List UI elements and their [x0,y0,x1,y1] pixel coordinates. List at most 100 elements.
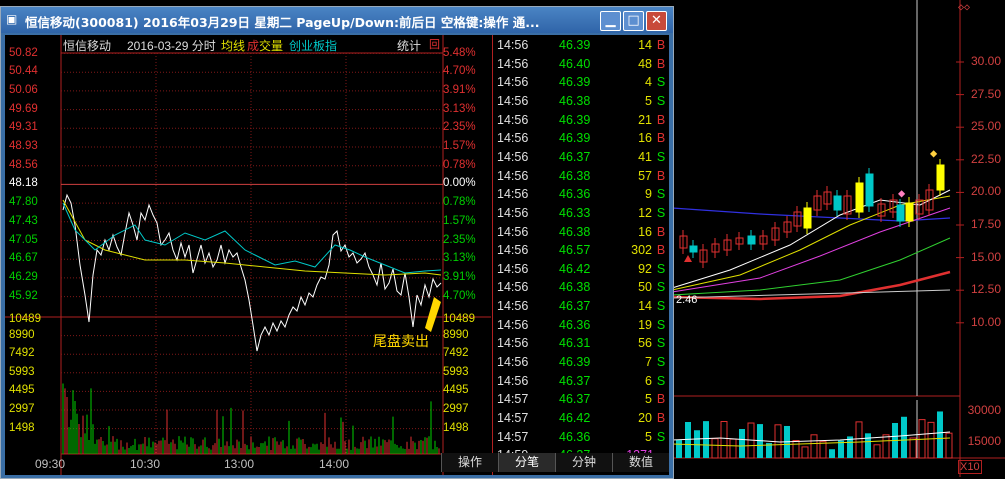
price-axis-label: 48.18 [9,177,38,190]
tick-time: 14:56 [497,56,529,71]
tick-volume: 302 [631,243,652,258]
tick-volume: 6 [645,373,652,388]
svg-text:◆: ◆ [930,146,938,160]
tick-volume: 16 [638,131,652,146]
title-bar[interactable]: ▣ 恒信移动(300081) 2016年03月29日 星期二 PageUp/Do… [1,7,673,33]
low-price-label: 2.46 [676,294,698,306]
background-price-label: 17.50 [970,217,1001,231]
tick-side: S [656,280,666,295]
tick-side: S [656,429,666,444]
volume-axis-label-right: 5993 [443,365,469,378]
tick-volume: 41 [638,149,652,164]
tick-volume: 20 [638,411,652,425]
tick-time: 14:57 [497,429,529,444]
tick-time: 14:56 [497,299,529,314]
tick-price: 46.40 [559,56,591,71]
minimize-icon: ▁ [605,13,616,28]
tick-row: 14:56 46.36 9 S [493,186,670,204]
background-price-label: 22.50 [970,151,1001,166]
tick-time: 14:56 [497,205,529,220]
tick-side: B [656,38,666,52]
tick-price: 46.39 [559,75,591,90]
tick-time: 14:56 [497,317,529,332]
tick-price: 46.38 [559,93,591,108]
price-axis-label: 47.05 [9,233,38,246]
tick-row: 14:56 46.38 5 S [493,93,670,111]
tick-price: 46.39 [559,131,591,146]
tick-volume: 48 [638,56,652,71]
volume-axis-label-right: 4495 [443,384,469,397]
tick-time: 14:56 [497,187,529,202]
volume-axis-label: 1498 [9,421,35,434]
tick-volume: 5 [645,93,652,108]
tick-price: 46.42 [559,261,591,276]
background-price-label: 30.00 [970,54,1001,68]
window-title: 恒信移动(300081) 2016年03月29日 星期二 PageUp/Down… [25,15,540,30]
tick-side: B [656,56,666,71]
volume-axis-label-right: 1498 [443,421,469,434]
tick-volume: 21 [638,112,652,127]
maximize-button[interactable]: □ [623,11,644,31]
tick-row: 14:56 46.37 6 S [493,373,670,391]
tick-price: 46.57 [559,243,591,258]
tick-row: 14:56 46.39 21 B [493,112,670,130]
tick-time: 14:56 [497,243,529,258]
background-price-label: 12.50 [970,282,1001,297]
tick-row: 14:56 46.38 50 S [493,279,670,297]
tab-1[interactable]: 分笔 [498,453,555,472]
tick-row: 14:56 46.37 41 S [493,149,670,167]
price-axis-label: 46.67 [9,252,38,265]
volume-axis-label-right: 8990 [443,328,469,341]
tick-price: 46.37 [559,373,591,388]
close-button[interactable]: ✕ [646,11,667,31]
intraday-popup-window: ▣ 恒信移动(300081) 2016年03月29日 星期二 PageUp/Do… [0,6,674,479]
tick-list: 14:56 46.39 14 B 14:56 46.40 48 B 14:56 46.39 4 S 14… [492,35,670,475]
tick-row: 14:56 46.33 12 S [493,205,670,223]
percent-axis-label: 0.00% [443,177,476,190]
tick-row: 14:56 46.31 56 S [493,335,670,353]
tab-bar: 操作 分笔 分钟 数值 [441,453,669,473]
price-axis-label: 47.80 [9,196,38,209]
tick-time: 14:56 [497,112,529,127]
annotation-arrow [425,297,441,332]
tab-2[interactable]: 分钟 [555,453,612,472]
tick-side: B [656,224,666,239]
tick-time: 14:56 [497,355,529,370]
tick-row: 14:56 46.57 302 B [493,242,670,260]
background-price-label: 25.00 [970,119,1001,134]
tick-time: 14:56 [497,336,529,351]
tick-row: 14:56 46.42 92 S [493,261,670,279]
tab-3[interactable]: 数值 [612,453,669,472]
percent-axis-label: 2.35% [443,121,476,134]
background-price-label: 10.00 [970,314,1001,329]
tick-price: 46.38 [559,280,591,295]
time-axis-label: 10:30 [130,457,161,471]
svg-text:◆: ◆ [898,186,906,200]
close-icon: ✕ [651,13,662,28]
tick-side: S [656,75,666,90]
tick-volume: 5 [645,392,652,407]
tick-row: 14:57 46.36 5 S [493,429,670,447]
percent-axis-label: 4.70% [443,65,476,78]
percent-axis-label: 3.91% [443,270,476,283]
tick-time: 14:56 [497,280,529,295]
tick-row: 14:56 46.39 7 S [493,354,670,372]
minimize-button[interactable]: ▁ [600,11,621,31]
tick-volume: 14 [638,299,652,314]
tick-price: 46.33 [559,205,591,220]
volume-axis-label: 7492 [9,347,35,360]
tick-price: 46.39 [559,355,591,370]
tick-price: 46.36 [559,429,591,444]
tick-side: B [656,131,666,146]
tick-volume: 19 [638,317,652,332]
tick-row: 14:56 46.36 19 S [493,317,670,335]
percent-axis-label: 0.78% [443,158,476,171]
time-axis: 09:30 10:30 13:00 14:00 [5,454,491,474]
percent-axis-label: 3.91% [443,83,476,96]
tick-row: 14:57 46.37 5 B [493,391,670,409]
tick-price: 46.36 [559,187,591,202]
tick-row: 14:56 46.37 14 S [493,298,670,316]
tick-side: S [656,317,666,332]
price-axis-label: 50.44 [9,65,38,78]
tab-0[interactable]: 操作 [441,453,498,472]
